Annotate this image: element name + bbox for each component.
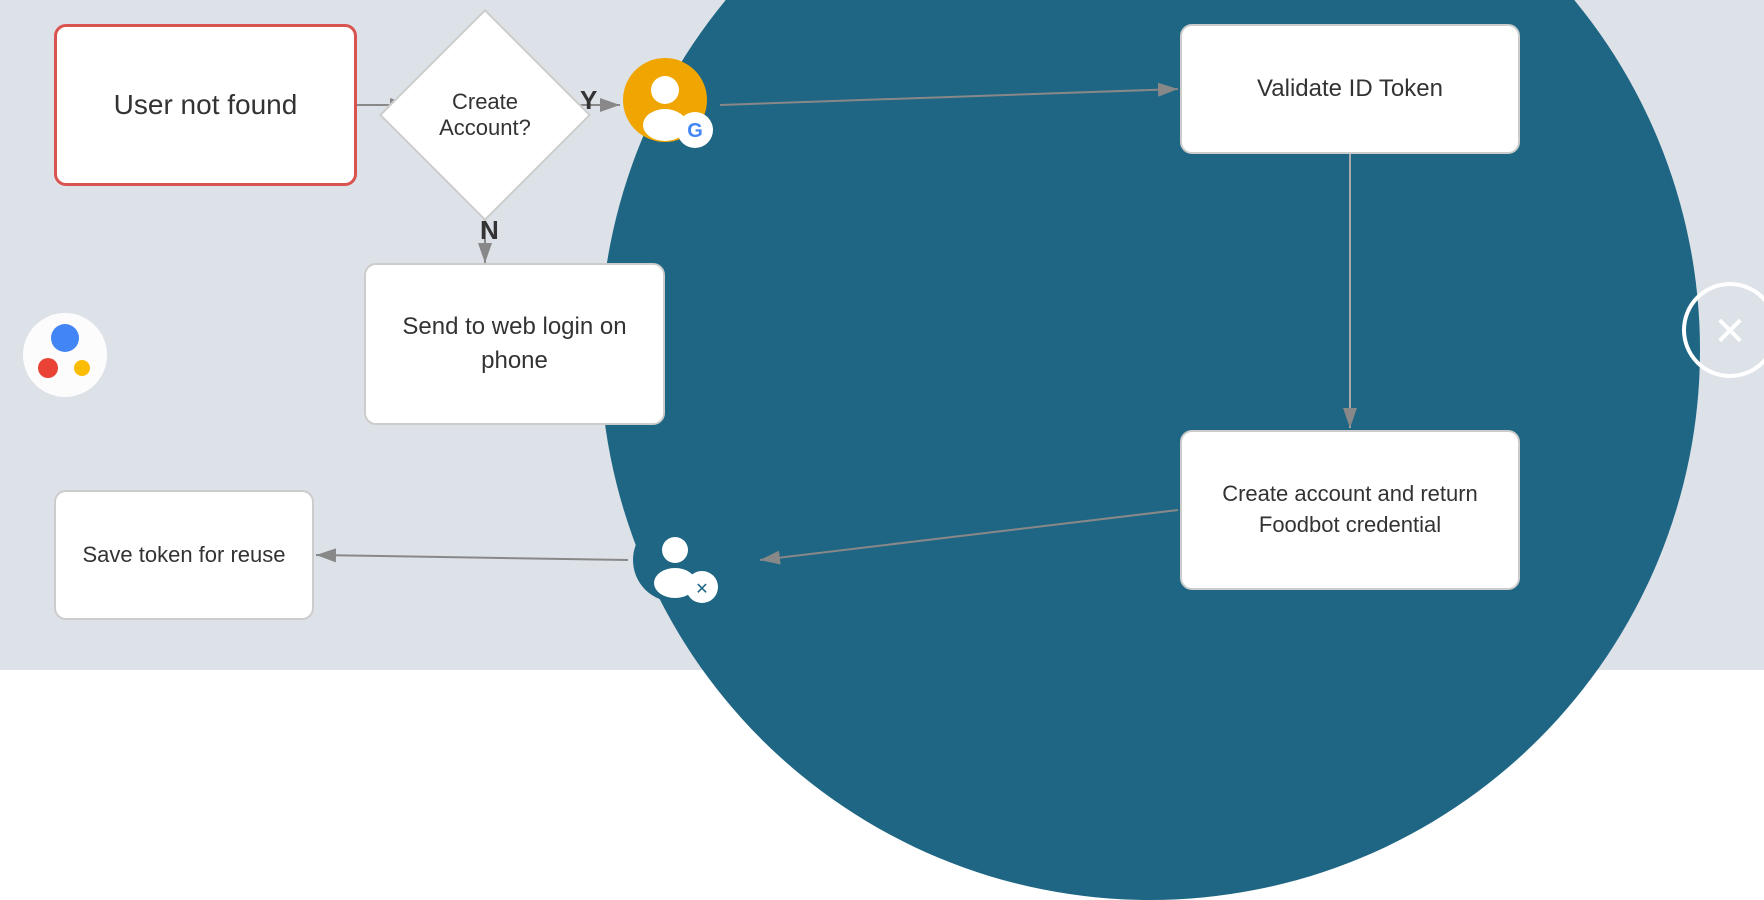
create-account-diamond — [379, 9, 591, 221]
google-account-icon: G — [620, 55, 720, 155]
create-account-diamond-container: CreateAccount? — [390, 20, 580, 210]
fork-knife-circle-icon: ✕ — [1680, 280, 1764, 380]
svg-text:✕: ✕ — [695, 581, 708, 598]
user-not-found-box: User not found — [54, 24, 357, 186]
foodbot-user-icon: ✕ — [630, 515, 730, 615]
save-token-box: Save token for reuse — [54, 490, 314, 620]
no-label: N — [480, 215, 499, 246]
diagram-container: User not found CreateAccount? Y N G Send… — [0, 0, 1764, 670]
user-not-found-label: User not found — [114, 85, 298, 124]
send-to-web-label: Send to web login on phone — [366, 310, 663, 377]
send-to-web-box: Send to web login on phone — [364, 263, 665, 425]
google-assistant-icon — [20, 310, 110, 400]
yes-label: Y — [580, 85, 597, 116]
svg-text:✕: ✕ — [1713, 310, 1747, 354]
svg-text:G: G — [687, 120, 703, 142]
validate-id-box: Validate ID Token — [1180, 24, 1520, 154]
validate-id-label: Validate ID Token — [1257, 72, 1443, 106]
save-token-label: Save token for reuse — [82, 540, 285, 571]
create-account-return-box: Create account and return Foodbot creden… — [1180, 430, 1520, 590]
create-account-return-label: Create account and return Foodbot creden… — [1182, 479, 1518, 541]
